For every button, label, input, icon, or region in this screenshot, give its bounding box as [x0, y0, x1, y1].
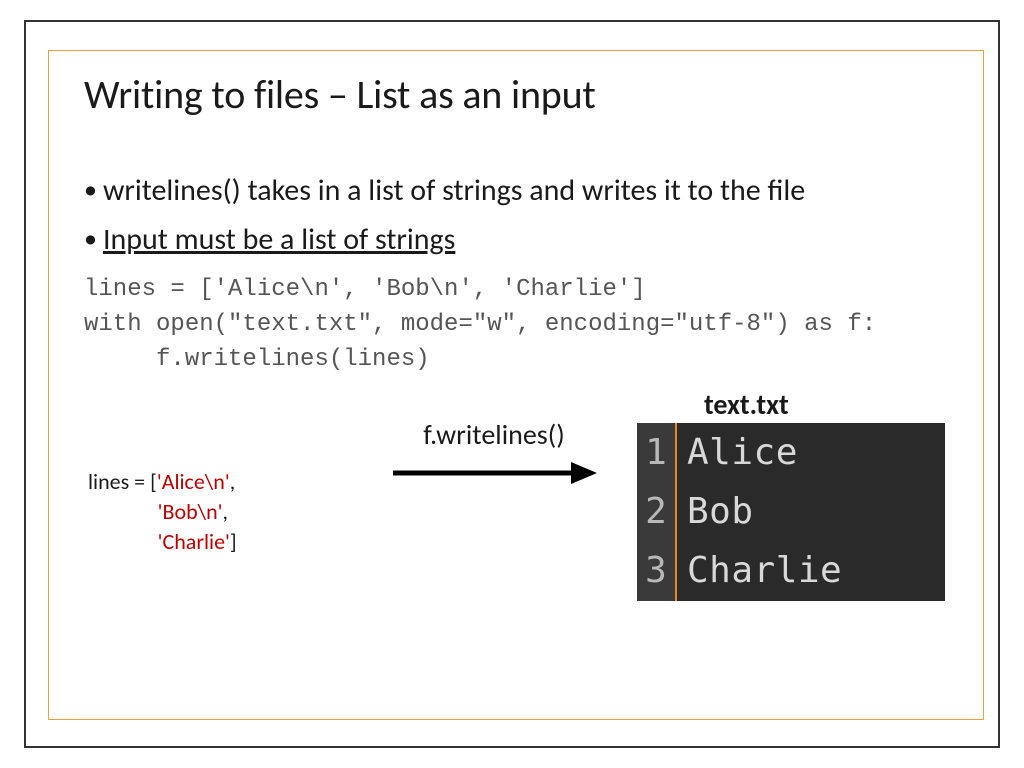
bullet-text: Input must be a list of strings [103, 220, 952, 259]
list-item: 'Alice\n' [157, 468, 230, 495]
comma: , [230, 468, 236, 495]
code-line: f.writelines(lines) [84, 346, 430, 373]
code-line: lines = ['Alice\n', 'Bob\n', 'Charlie'] [84, 276, 646, 303]
bullet-dot-icon: • [84, 220, 97, 258]
comma: , [223, 498, 229, 525]
code-block: lines = ['Alice\n', 'Bob\n', 'Charlie'] … [84, 273, 952, 377]
editor-line: Bob [687, 482, 842, 541]
arrow-right-icon [389, 458, 599, 488]
arrow-group: f.writelines() [374, 417, 614, 488]
file-name-label: text.txt [704, 387, 789, 422]
bullet-item: • Input must be a list of strings [84, 220, 952, 259]
text-editor-preview: 1 2 3 Alice Bob Charlie [637, 423, 945, 601]
slide-title: Writing to files – List as an input [84, 70, 952, 119]
list-item: 'Bob\n' [158, 498, 223, 525]
line-number: 3 [637, 541, 675, 600]
slide-content: Writing to files – List as an input • wr… [84, 70, 952, 708]
bullet-dot-icon: • [84, 171, 97, 209]
arrow-label: f.writelines() [374, 417, 614, 452]
line-number: 2 [637, 482, 675, 541]
list-item: 'Charlie' [158, 528, 230, 555]
lines-prefix: lines = [ [88, 468, 157, 495]
list-close: ] [230, 528, 237, 555]
editor-line: Alice [687, 423, 842, 482]
bullet-text: writelines() takes in a list of strings … [103, 171, 952, 210]
diagram: lines = ['Alice\n', 'Bob\n', 'Charlie'] … [84, 389, 952, 619]
bullet-item: • writelines() takes in a list of string… [84, 171, 952, 210]
code-line: with open("text.txt", mode="w", encoding… [84, 311, 876, 338]
editor-line: Charlie [687, 541, 842, 600]
editor-body: Alice Bob Charlie [677, 423, 842, 601]
editor-gutter: 1 2 3 [637, 423, 677, 601]
line-number: 1 [637, 423, 675, 482]
lines-list-illustration: lines = ['Alice\n', 'Bob\n', 'Charlie'] [88, 467, 237, 556]
